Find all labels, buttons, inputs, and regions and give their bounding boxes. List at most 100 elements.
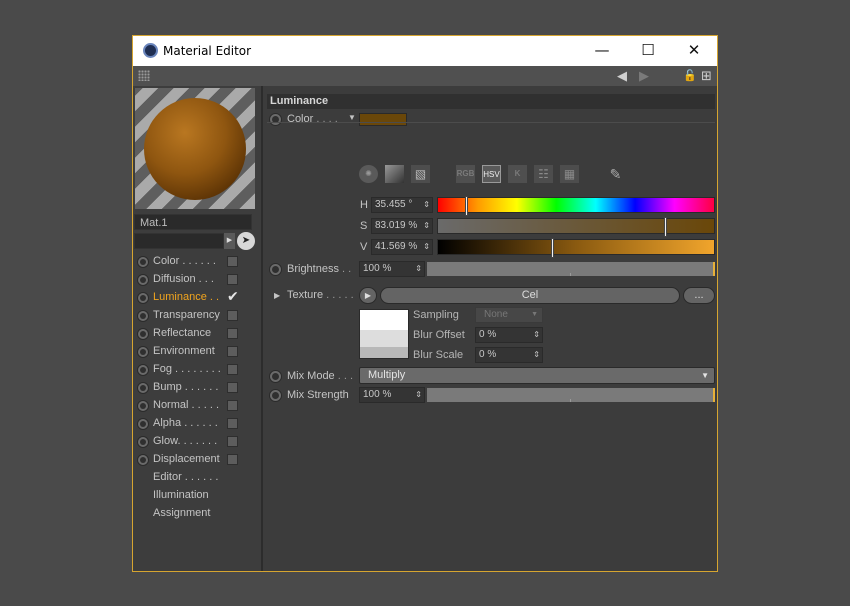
channel-label[interactable]: Transparency <box>153 309 220 321</box>
channel-item[interactable]: Environment <box>133 343 261 361</box>
channel-label[interactable]: Fog . . . . . . . . <box>153 363 221 375</box>
value-slider[interactable] <box>437 238 715 258</box>
channel-radio[interactable] <box>137 274 149 286</box>
channel-item[interactable]: Alpha . . . . . . <box>133 415 261 433</box>
color-expand-arrow-icon[interactable]: ▼ <box>348 113 356 122</box>
saturation-field[interactable]: 83.019 % ⇕ <box>371 218 433 234</box>
sampling-dropdown[interactable]: None ▼ <box>475 307 543 323</box>
saturation-slider[interactable] <box>437 217 715 237</box>
hsv-mode-button[interactable]: HSV <box>482 165 501 183</box>
channel-checkbox[interactable] <box>227 400 238 411</box>
hue-field[interactable]: 35.455 ° ⇕ <box>371 197 433 213</box>
lock-icon[interactable]: 🔓 <box>683 68 697 84</box>
channel-checkbox[interactable] <box>227 310 238 321</box>
kelvin-mode-button[interactable]: K <box>508 165 527 183</box>
channel-item[interactable]: Color . . . . . . <box>133 253 261 271</box>
channel-checkbox[interactable] <box>227 256 238 267</box>
mix-mode-dropdown[interactable]: Multiply ▼ <box>359 367 715 384</box>
brightness-slider[interactable] <box>427 262 715 276</box>
channel-checkbox[interactable] <box>227 418 238 429</box>
color-swatch[interactable] <box>359 113 407 126</box>
material-name-field[interactable]: Mat.1 <box>134 214 252 230</box>
channel-radio[interactable] <box>137 400 149 412</box>
mix-strength-animate-radio[interactable] <box>269 389 282 402</box>
channel-item[interactable]: Editor . . . . . . <box>133 469 261 487</box>
channel-label[interactable]: Reflectance <box>153 327 211 339</box>
channel-radio[interactable] <box>137 382 149 394</box>
texture-more-button[interactable]: ... <box>683 287 715 304</box>
brightness-field[interactable]: 100 % ⇕ <box>359 261 425 277</box>
channel-label[interactable]: Environment <box>153 345 215 357</box>
channel-item[interactable]: Luminance . . ✔ <box>133 288 261 307</box>
channel-label[interactable]: Color . . . . . . <box>153 255 216 267</box>
blur-scale-field[interactable]: 0 % ⇕ <box>475 347 543 363</box>
channel-item[interactable]: Displacement <box>133 451 261 469</box>
value-field[interactable]: 41.569 % ⇕ <box>371 239 433 255</box>
channel-checkbox[interactable] <box>227 274 238 285</box>
blur-offset-field[interactable]: 0 % ⇕ <box>475 327 543 343</box>
color-animate-radio[interactable] <box>269 113 282 126</box>
channel-checkbox[interactable] <box>227 364 238 375</box>
channel-item[interactable]: Transparency <box>133 307 261 325</box>
channel-checkbox[interactable] <box>227 382 238 393</box>
channel-label[interactable]: Assignment <box>153 507 210 519</box>
hue-slider[interactable] <box>437 196 715 216</box>
channel-checkbox[interactable] <box>227 454 238 465</box>
minimize-button[interactable]: — <box>579 36 625 66</box>
channel-label[interactable]: Bump . . . . . . <box>153 381 218 393</box>
channel-item[interactable]: Glow. . . . . . . <box>133 433 261 451</box>
channel-radio[interactable] <box>137 346 149 358</box>
channel-radio[interactable] <box>137 454 149 466</box>
grip-icon[interactable] <box>138 70 150 81</box>
channel-item[interactable]: Bump . . . . . . <box>133 379 261 397</box>
saturation-slider-handle[interactable] <box>664 217 667 237</box>
rgb-mode-button[interactable]: RGB <box>456 165 475 183</box>
mix-strength-field[interactable]: 100 % ⇕ <box>359 387 425 403</box>
channel-radio[interactable] <box>137 418 149 430</box>
channel-checkbox-checked[interactable]: ✔ <box>227 288 239 305</box>
channel-item[interactable]: Reflectance <box>133 325 261 343</box>
pointer-pick-icon[interactable]: ➤ <box>237 232 255 250</box>
material-select-dropdown[interactable] <box>134 233 224 249</box>
channel-radio[interactable] <box>137 292 149 304</box>
channel-radio[interactable] <box>137 364 149 376</box>
forward-arrow-icon[interactable]: ▶ <box>639 68 649 84</box>
channel-radio[interactable] <box>137 310 149 322</box>
channel-checkbox[interactable] <box>227 346 238 357</box>
channel-item[interactable]: Diffusion . . . <box>133 271 261 289</box>
channel-label[interactable]: Alpha . . . . . . <box>153 417 218 429</box>
channel-label[interactable]: Diffusion . . . <box>153 273 214 285</box>
value-slider-handle[interactable] <box>551 238 554 258</box>
brightness-animate-radio[interactable] <box>269 263 282 276</box>
texture-expand-arrow-icon[interactable]: ▶ <box>274 291 280 300</box>
texture-menu-button[interactable]: ▶ <box>359 287 377 304</box>
back-arrow-icon[interactable]: ◀ <box>617 68 627 84</box>
maximize-button[interactable]: ☐ <box>625 36 671 66</box>
channel-radio[interactable] <box>137 436 149 448</box>
channel-radio[interactable] <box>137 328 149 340</box>
channel-item[interactable]: Fog . . . . . . . . <box>133 361 261 379</box>
channel-item[interactable]: Assignment <box>133 505 261 523</box>
channel-label[interactable]: Editor . . . . . . <box>153 471 218 483</box>
dropdown-arrow-icon[interactable]: ▶ <box>224 233 235 249</box>
mix-strength-slider[interactable] <box>427 388 715 402</box>
texture-shader-button[interactable]: Cel <box>380 287 680 304</box>
channel-checkbox[interactable] <box>227 436 238 447</box>
mix-mode-animate-radio[interactable] <box>269 370 282 383</box>
channel-label[interactable]: Glow. . . . . . . <box>153 435 217 447</box>
channel-item[interactable]: Normal . . . . . <box>133 397 261 415</box>
channel-checkbox[interactable] <box>227 328 238 339</box>
image-picker-icon[interactable]: ▧ <box>411 165 430 183</box>
material-preview[interactable] <box>135 88 255 209</box>
hue-slider-handle[interactable] <box>465 196 468 216</box>
channel-label[interactable]: Displacement <box>153 453 220 465</box>
channel-item[interactable]: Illumination <box>133 487 261 505</box>
channel-label[interactable]: Illumination <box>153 489 209 501</box>
channel-radio[interactable] <box>137 256 149 268</box>
eyedropper-icon[interactable]: ✎ <box>606 165 625 183</box>
new-window-icon[interactable]: ⊞ <box>701 68 712 84</box>
close-button[interactable]: ✕ <box>671 36 717 66</box>
channel-label[interactable]: Normal . . . . . <box>153 399 219 411</box>
channel-label[interactable]: Luminance . . <box>153 291 219 303</box>
swatches-icon[interactable]: ▦ <box>560 165 579 183</box>
